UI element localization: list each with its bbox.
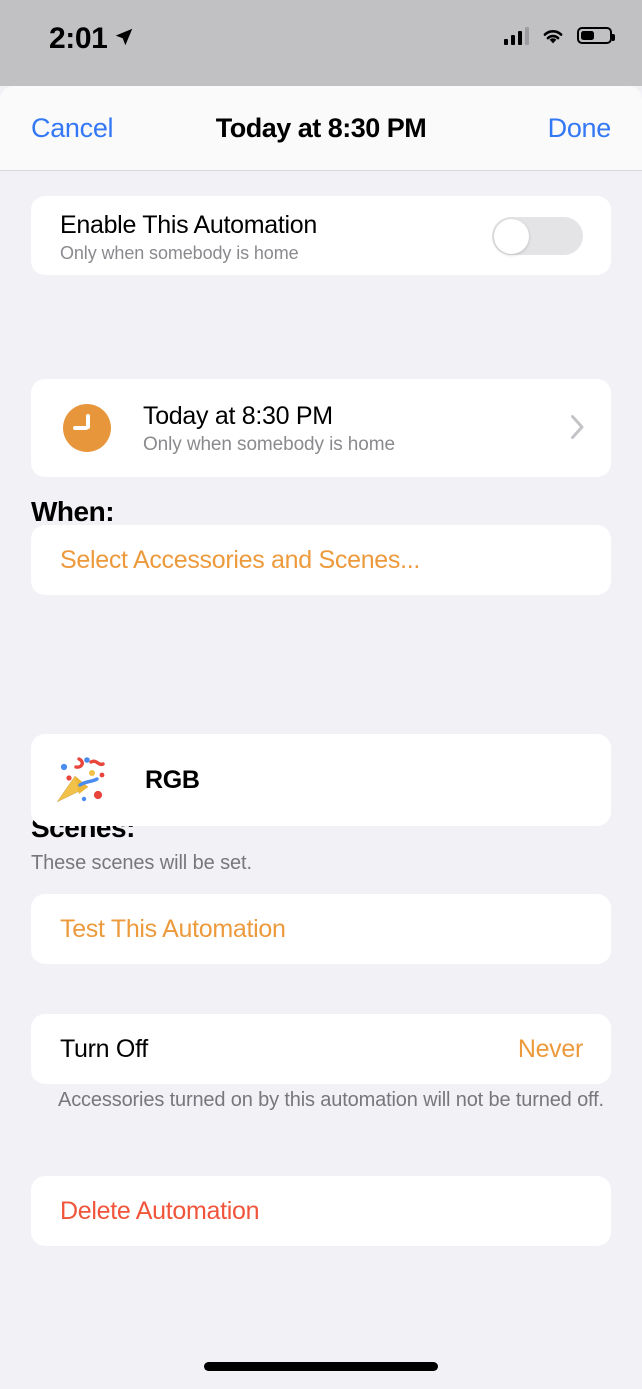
turn-off-label: Turn Off bbox=[31, 1035, 148, 1064]
home-indicator[interactable] bbox=[204, 1362, 438, 1371]
wifi-icon bbox=[540, 26, 566, 45]
phone-screen: 2:01 Cancel Today at 8:30 PM Done Enable… bbox=[0, 0, 642, 1389]
location-arrow-icon bbox=[113, 26, 135, 48]
enable-automation-subtitle: Only when somebody is home bbox=[60, 243, 317, 264]
scroll-content: Enable This Automation Only when somebod… bbox=[0, 171, 642, 1389]
delete-automation-row[interactable]: Delete Automation bbox=[31, 1176, 611, 1246]
turn-off-row[interactable]: Turn Off Never bbox=[31, 1014, 611, 1084]
scene-name: RGB bbox=[145, 766, 200, 795]
turn-off-value: Never bbox=[518, 1035, 611, 1064]
trigger-row[interactable]: Today at 8:30 PM Only when somebody is h… bbox=[31, 379, 611, 477]
done-button[interactable]: Done bbox=[548, 113, 611, 144]
party-popper-icon bbox=[54, 754, 110, 806]
toggle-knob bbox=[494, 219, 529, 254]
battery-icon bbox=[577, 27, 612, 44]
status-bar-indicators bbox=[504, 26, 613, 45]
trigger-subtitle: Only when somebody is home bbox=[143, 434, 395, 456]
enable-automation-text: Enable This Automation Only when somebod… bbox=[60, 210, 317, 264]
navigation-bar: Cancel Today at 8:30 PM Done bbox=[0, 86, 642, 171]
scene-row[interactable]: RGB bbox=[31, 734, 611, 826]
cancel-button[interactable]: Cancel bbox=[31, 113, 113, 144]
select-accessories-row[interactable]: Select Accessories and Scenes... bbox=[31, 525, 611, 595]
enable-automation-title: Enable This Automation bbox=[60, 210, 317, 240]
enable-automation-toggle[interactable] bbox=[492, 217, 583, 255]
clock-icon bbox=[63, 404, 111, 452]
cellular-signal-icon bbox=[504, 27, 530, 45]
status-bar-time: 2:01 bbox=[49, 22, 107, 56]
enable-automation-row[interactable]: Enable This Automation Only when somebod… bbox=[31, 196, 611, 275]
test-automation-row[interactable]: Test This Automation bbox=[31, 894, 611, 964]
delete-automation-label: Delete Automation bbox=[31, 1197, 259, 1226]
scenes-section-subtitle: These scenes will be set. bbox=[31, 852, 252, 875]
turn-off-footnote: Accessories turned on by this automation… bbox=[58, 1089, 618, 1112]
trigger-text: Today at 8:30 PM Only when somebody is h… bbox=[143, 401, 395, 456]
when-section-header: When: bbox=[31, 496, 114, 528]
select-accessories-label: Select Accessories and Scenes... bbox=[31, 546, 420, 575]
status-bar: 2:01 bbox=[0, 0, 642, 86]
trigger-title: Today at 8:30 PM bbox=[143, 401, 395, 432]
chevron-right-icon bbox=[571, 415, 584, 439]
test-automation-label: Test This Automation bbox=[31, 915, 286, 944]
